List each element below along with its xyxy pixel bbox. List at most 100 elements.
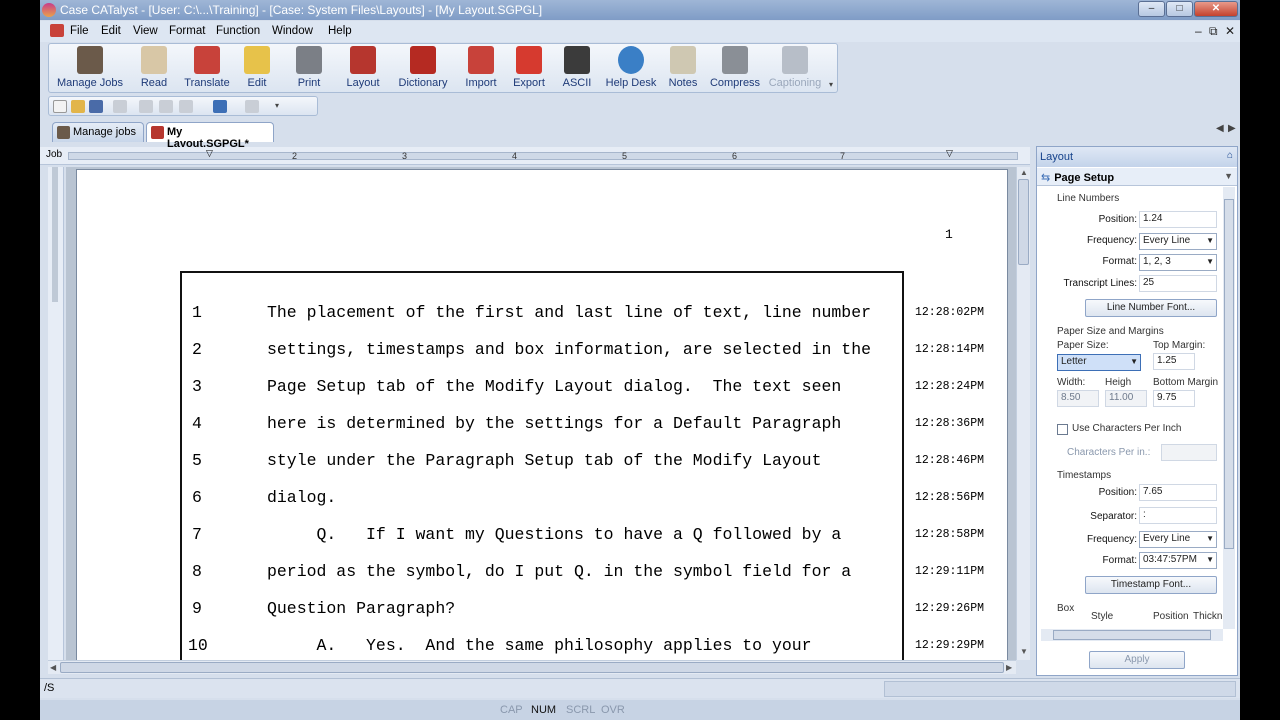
- timestamp-font-button[interactable]: Timestamp Font...: [1085, 576, 1217, 594]
- ruler-tick-label: 4: [512, 151, 518, 161]
- manage-jobs-icon: [77, 46, 103, 74]
- chevron-down-icon[interactable]: ▼: [1224, 171, 1233, 181]
- print-preview-icon[interactable]: [113, 100, 127, 113]
- transcript-line[interactable]: 7 Q. If I want my Questions to have a Q …: [77, 525, 1007, 555]
- ruler-tick-label: 7: [840, 151, 846, 161]
- manage-jobs-button[interactable]: Manage Jobs: [51, 46, 129, 92]
- menu-edit[interactable]: Edit: [101, 25, 121, 37]
- bottom-margin-input[interactable]: 9.75: [1153, 390, 1195, 407]
- print-button[interactable]: Print: [289, 46, 329, 92]
- mdi-minimize-button[interactable]: –: [1195, 24, 1202, 38]
- editor-vertical-scroll-thumb[interactable]: [1018, 179, 1029, 265]
- notes-button[interactable]: Notes: [665, 46, 701, 92]
- right-indent-marker-icon[interactable]: ▽: [946, 148, 953, 159]
- scroll-up-icon[interactable]: ▲: [1020, 168, 1028, 177]
- transcript-line[interactable]: 5 style under the Paragraph Setup tab of …: [77, 451, 1007, 481]
- transcript-line[interactable]: 9 Question Paragraph? 12:29:26PM: [77, 599, 1007, 629]
- transcript-line[interactable]: 4 here is determined by the settings for …: [77, 414, 1007, 444]
- transcript-line[interactable]: 6 dialog. 12:28:56PM: [77, 488, 1007, 518]
- transcript-line[interactable]: 3 Page Setup tab of the Modify Layout dia…: [77, 377, 1007, 407]
- menu-window[interactable]: Window: [272, 25, 313, 37]
- command-status-bar: /S: [40, 678, 1240, 698]
- separator-input[interactable]: :: [1139, 507, 1217, 524]
- mdi-restore-button[interactable]: ⧉: [1209, 24, 1218, 39]
- menu-file[interactable]: File: [70, 25, 89, 37]
- panel-subheader[interactable]: ⇆ Page Setup ▼: [1037, 168, 1237, 186]
- tab-manage-jobs[interactable]: Manage jobs: [52, 122, 144, 142]
- panel-vertical-scroll-thumb[interactable]: [1224, 199, 1234, 549]
- command-line[interactable]: /S: [44, 682, 54, 694]
- cpi-input[interactable]: [1161, 444, 1217, 461]
- dictionary-button[interactable]: Dictionary: [395, 46, 451, 92]
- ruler-tick-label: 6: [732, 151, 738, 161]
- width-input[interactable]: 8.50: [1057, 390, 1099, 407]
- menu-view[interactable]: View: [133, 25, 158, 37]
- import-button[interactable]: Import: [461, 46, 501, 92]
- editor-vertical-scrollbar[interactable]: ▲ ▼: [1016, 167, 1030, 660]
- ts-position-input[interactable]: 7.65: [1139, 484, 1217, 501]
- height-input[interactable]: 11.00: [1105, 390, 1147, 407]
- ts-frequency-select[interactable]: Every Line ▼: [1139, 531, 1217, 548]
- menu-function[interactable]: Function: [216, 25, 260, 37]
- minimize-button[interactable]: –: [1138, 1, 1165, 17]
- box-thickness-label: Thickne: [1193, 611, 1223, 622]
- format-painter-icon[interactable]: [159, 100, 173, 113]
- panel-horizontal-scroll-thumb[interactable]: [1053, 630, 1211, 640]
- close-button[interactable]: ✕: [1194, 1, 1238, 17]
- toolbar-overflow-icon[interactable]: ▾: [829, 80, 833, 89]
- document-editor[interactable]: 1 1 The placement of the first and last l…: [66, 167, 1028, 660]
- transcript-line[interactable]: 8 period as the symbol, do I put Q. in th…: [77, 562, 1007, 592]
- ln-frequency-select[interactable]: Every Line ▼: [1139, 233, 1217, 250]
- help-desk-button[interactable]: Help Desk: [603, 46, 659, 92]
- editor-horizontal-scroll-thumb[interactable]: [60, 662, 1004, 673]
- horizontal-ruler[interactable]: Job 2 3 4 5 6 7 ▽ ▽: [40, 147, 1030, 165]
- scroll-right-icon[interactable]: ▶: [1006, 663, 1012, 672]
- menu-format[interactable]: Format: [169, 25, 205, 37]
- tab-my-layout[interactable]: My Layout.SGPGL*: [146, 122, 274, 150]
- editor-horizontal-scrollbar[interactable]: ◀ ▶: [48, 660, 1016, 674]
- ln-position-input[interactable]: 1.24: [1139, 211, 1217, 228]
- line-number-font-button[interactable]: Line Number Font...: [1085, 299, 1217, 317]
- export-button[interactable]: Export: [509, 46, 549, 92]
- panel-horizontal-scrollbar[interactable]: [1041, 629, 1223, 641]
- apply-button[interactable]: Apply: [1089, 651, 1185, 669]
- undo-icon[interactable]: [213, 100, 227, 113]
- redo-icon[interactable]: [245, 100, 259, 113]
- new-icon[interactable]: [53, 100, 67, 113]
- open-icon[interactable]: [71, 100, 85, 113]
- tab-scroll-left-icon[interactable]: ◀: [1216, 123, 1224, 134]
- back-forward-icon[interactable]: ⇆: [1041, 172, 1050, 184]
- overtype-indicator: OVR: [601, 704, 625, 716]
- save-icon[interactable]: [89, 100, 103, 113]
- edit-button[interactable]: Edit: [239, 46, 275, 92]
- top-margin-input[interactable]: 1.25: [1153, 353, 1195, 370]
- left-indent-marker-icon[interactable]: ▽: [206, 148, 213, 159]
- compress-button[interactable]: Compress: [709, 46, 761, 92]
- ascii-button[interactable]: ASCII: [559, 46, 595, 92]
- panel-vertical-scrollbar[interactable]: [1223, 187, 1235, 629]
- menu-help[interactable]: Help: [328, 25, 352, 37]
- layout-button[interactable]: Layout: [341, 46, 385, 92]
- ts-format-select[interactable]: 03:47:57PM ▼: [1139, 552, 1217, 569]
- maximize-button[interactable]: □: [1166, 1, 1193, 17]
- pin-icon[interactable]: ⌂: [1227, 150, 1233, 161]
- use-cpi-checkbox[interactable]: [1057, 424, 1068, 435]
- transcript-lines-input[interactable]: 25: [1139, 275, 1217, 292]
- quick-access-overflow-icon[interactable]: ▾: [275, 101, 279, 110]
- scroll-left-icon[interactable]: ◀: [50, 663, 56, 672]
- cut-icon[interactable]: [139, 100, 153, 113]
- transcript-line[interactable]: 10 A. Yes. And the same philosophy appli…: [77, 636, 1007, 660]
- read-button[interactable]: Read: [133, 46, 175, 92]
- transcript-line[interactable]: 1 The placement of the first and last lin…: [77, 303, 1007, 333]
- tab-scroll-right-icon[interactable]: ▶: [1228, 123, 1236, 134]
- paper-size-select[interactable]: Letter ▼: [1057, 354, 1141, 371]
- mdi-close-button[interactable]: ✕: [1225, 24, 1235, 38]
- transcript-line[interactable]: 2 settings, timestamps and box informatio…: [77, 340, 1007, 370]
- scroll-down-icon[interactable]: ▼: [1020, 647, 1028, 656]
- document-icon[interactable]: [50, 24, 64, 37]
- zoom-icon[interactable]: [179, 100, 193, 113]
- translate-button[interactable]: Translate: [179, 46, 235, 92]
- chevron-down-icon: ▼: [1206, 555, 1214, 564]
- ln-format-select[interactable]: 1, 2, 3 ▼: [1139, 254, 1217, 271]
- captioning-button[interactable]: Captioning: [765, 46, 825, 92]
